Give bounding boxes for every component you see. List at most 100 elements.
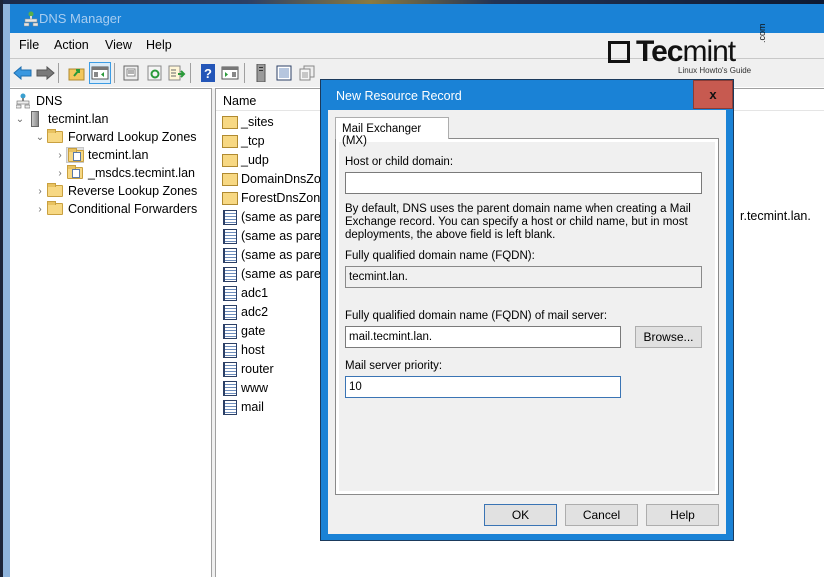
list-item-name: _tcp	[241, 133, 265, 148]
title-bar[interactable]: DNS Manager	[10, 4, 824, 33]
help-button[interactable]: ?	[197, 62, 219, 84]
logo-brand-thin: mint	[682, 35, 736, 68]
dialog-title: New Resource Record	[336, 89, 462, 103]
list-item[interactable]: www	[222, 378, 268, 397]
column-header-name[interactable]: Name	[223, 94, 256, 108]
chevron-right-icon[interactable]: ›	[54, 150, 66, 161]
dns-icon	[14, 93, 32, 109]
host-label: Host or child domain:	[345, 156, 454, 168]
new-resource-record-dialog: New Resource Record x Mail Exchanger (MX…	[320, 79, 734, 541]
server-icon	[26, 111, 44, 127]
browse-button[interactable]: Browse...	[635, 326, 702, 348]
forward-arrow-icon	[36, 66, 55, 80]
server-icon	[256, 64, 266, 82]
list-item[interactable]: router	[222, 359, 274, 378]
logo-mark-icon	[608, 41, 630, 63]
dns-record-icon	[222, 399, 239, 415]
tree-item-server[interactable]: ⌄ tecmint.lan	[14, 110, 108, 128]
list-item-name: www	[241, 380, 269, 395]
window-frame-left	[3, 4, 10, 577]
svg-text:?: ?	[204, 66, 212, 81]
logo-wordmark: Tecmint	[636, 35, 736, 69]
tree-label: Forward Lookup Zones	[68, 130, 197, 144]
list-item-name: _sites	[241, 114, 274, 129]
back-button[interactable]	[12, 62, 34, 84]
chevron-down-icon[interactable]: ⌄	[34, 132, 46, 143]
menu-file[interactable]: File	[19, 38, 39, 52]
host-input[interactable]	[345, 172, 702, 194]
dns-record-icon	[222, 228, 239, 244]
list-item-name: gate	[241, 323, 266, 338]
priority-input[interactable]	[345, 376, 621, 398]
folder-icon	[46, 183, 64, 199]
tree-item-zone-msdcs[interactable]: › _msdcs.tecmint.lan	[54, 164, 195, 182]
tree-item-zone-tecmint-lan[interactable]: › tecmint.lan	[54, 146, 149, 164]
folder-icon	[222, 133, 239, 149]
description-text: By default, DNS uses the parent domain n…	[345, 203, 691, 241]
refresh-button[interactable]	[144, 62, 166, 84]
toolbar-separator	[190, 63, 191, 83]
chevron-right-icon[interactable]: ›	[34, 186, 46, 197]
dns-record-icon	[222, 266, 239, 282]
tree-item-forward-lookup-zones[interactable]: ⌄ Forward Lookup Zones	[34, 128, 197, 146]
folder-icon	[222, 152, 239, 168]
folder-icon	[222, 114, 239, 130]
show-action-pane-button[interactable]	[219, 62, 241, 84]
tree-label: _msdcs.tecmint.lan	[88, 166, 195, 180]
ok-button[interactable]: OK	[484, 504, 557, 526]
dns-record-icon	[222, 304, 239, 320]
toolbar-separator	[114, 63, 115, 83]
zone-icon	[66, 165, 84, 181]
export-list-button[interactable]	[166, 62, 188, 84]
tecmint-logo: Tecmint .com Linux Howto's Guide	[608, 23, 768, 79]
refresh-icon	[147, 65, 162, 81]
logo-brand-bold: Tec	[636, 35, 683, 68]
list-item[interactable]: host	[222, 340, 265, 359]
properties-button[interactable]	[120, 62, 142, 84]
show-hide-console-tree-button[interactable]	[89, 62, 111, 84]
records-list-icon	[276, 65, 292, 81]
list-item[interactable]: _udp	[222, 150, 269, 169]
server-button[interactable]	[250, 62, 272, 84]
window-title: DNS Manager	[39, 11, 122, 26]
menu-view[interactable]: View	[105, 38, 132, 52]
folder-icon	[222, 171, 239, 187]
up-one-level-button[interactable]	[66, 62, 88, 84]
close-icon: x	[709, 87, 717, 102]
dialog-close-button[interactable]: x	[693, 80, 733, 109]
tab-mail-exchanger[interactable]: Mail Exchanger (MX)	[335, 117, 449, 147]
help-button[interactable]: Help	[646, 504, 719, 526]
tree-label: tecmint.lan	[88, 148, 149, 162]
chevron-right-icon[interactable]: ›	[54, 168, 66, 179]
list-item[interactable]: gate	[222, 321, 265, 340]
list-item[interactable]: _tcp	[222, 131, 265, 150]
priority-label: Mail server priority:	[345, 360, 443, 372]
menu-action[interactable]: Action	[54, 38, 89, 52]
forward-button[interactable]	[34, 62, 56, 84]
menu-help[interactable]: Help	[146, 38, 172, 52]
records-list-button[interactable]	[273, 62, 295, 84]
tab-panel: Host or child domain: By default, DNS us…	[335, 138, 719, 495]
tree-label: DNS	[36, 94, 63, 108]
list-cell-data: r.tecmint.lan.	[740, 209, 811, 223]
list-item-name: mail	[241, 399, 264, 414]
list-item[interactable]: _sites	[222, 112, 274, 131]
copy-button[interactable]	[296, 62, 318, 84]
toolbar-separator	[58, 63, 59, 83]
logo-tagline: Linux Howto's Guide	[678, 66, 752, 75]
fqdn-field	[345, 266, 702, 288]
action-pane-icon	[221, 66, 239, 80]
tree-item-conditional-forwarders[interactable]: › Conditional Forwarders	[34, 200, 197, 218]
tree-item-reverse-lookup-zones[interactable]: › Reverse Lookup Zones	[34, 182, 197, 200]
zone-icon	[66, 147, 84, 163]
chevron-down-icon[interactable]: ⌄	[14, 114, 26, 125]
mail-server-fqdn-label: Fully qualified domain name (FQDN) of ma…	[345, 310, 608, 322]
list-item[interactable]: adc2	[222, 302, 268, 321]
mail-server-fqdn-input[interactable]	[345, 326, 621, 348]
chevron-right-icon[interactable]: ›	[34, 204, 46, 215]
list-item[interactable]: ForestDnsZones	[222, 188, 333, 207]
list-item[interactable]: adc1	[222, 283, 268, 302]
cancel-button[interactable]: Cancel	[565, 504, 638, 526]
tree-item-dns[interactable]: DNS	[14, 92, 62, 110]
list-item[interactable]: mail	[222, 397, 264, 416]
